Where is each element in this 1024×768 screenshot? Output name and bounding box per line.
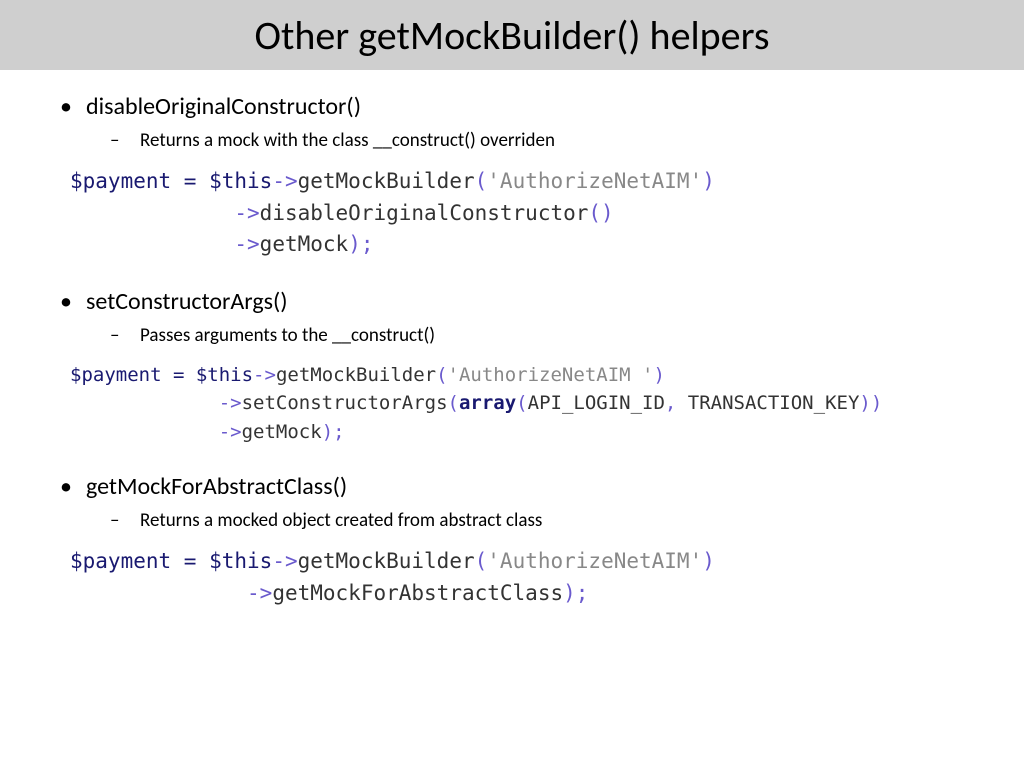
- code-string: 'AuthorizeNetAIM ': [448, 364, 654, 386]
- dash-icon: –: [110, 509, 140, 532]
- code-rparens: )): [859, 392, 882, 414]
- code-eq: =: [162, 364, 196, 386]
- bullet-text: getMockForAbstractClass(): [86, 472, 347, 501]
- bullet-item: • setConstructorArgs(): [60, 287, 984, 316]
- sub-bullet-item: – Returns a mocked object created from a…: [110, 509, 984, 532]
- code-arrow: ->: [272, 169, 297, 193]
- code-arrow: ->: [253, 364, 276, 386]
- sub-bullet-item: – Passes arguments to the __construct(): [110, 324, 984, 347]
- code-string: 'AuthorizeNetAIM': [487, 549, 702, 573]
- slide-title: Other getMockBuilder() helpers: [255, 11, 770, 60]
- bullet-text: setConstructorArgs(): [86, 287, 288, 316]
- code-indent: [70, 201, 234, 225]
- code-keyword: array: [459, 392, 516, 414]
- code-indent: [70, 392, 219, 414]
- code-lparen: (: [475, 549, 488, 573]
- code-rparen: ): [702, 549, 715, 573]
- code-lparen: (: [448, 392, 459, 414]
- slide-content: • disableOriginalConstructor() – Returns…: [0, 70, 1024, 609]
- code-arrow: ->: [247, 581, 272, 605]
- code-string: 'AuthorizeNetAIM': [487, 169, 702, 193]
- code-const: TRANSACTION_KEY: [688, 392, 860, 414]
- code-parens-semi: );: [348, 232, 373, 256]
- code-arrow: ->: [234, 232, 259, 256]
- code-method: getMockBuilder: [298, 549, 475, 573]
- code-eq: =: [171, 549, 209, 573]
- bullet-item: • getMockForAbstractClass(): [60, 472, 984, 501]
- code-block-3: $payment = $this->getMockBuilder('Author…: [70, 546, 984, 609]
- code-arrow: ->: [272, 549, 297, 573]
- code-const: API_LOGIN_ID: [528, 392, 665, 414]
- dash-icon: –: [110, 129, 140, 152]
- code-method: getMockBuilder: [276, 364, 436, 386]
- code-lparen: (: [436, 364, 447, 386]
- code-arrow: ->: [219, 392, 242, 414]
- code-indent: [70, 232, 234, 256]
- sub-bullet-text: Returns a mock with the class __construc…: [140, 129, 555, 152]
- bullet-dot-icon: •: [60, 287, 86, 316]
- code-eq: =: [171, 169, 209, 193]
- code-var: $payment: [70, 169, 171, 193]
- code-block-2: $payment = $this->getMockBuilder('Author…: [70, 361, 984, 447]
- code-this: $this: [209, 169, 272, 193]
- code-method: setConstructorArgs: [242, 392, 448, 414]
- code-parens-semi: );: [322, 421, 345, 443]
- code-this: $this: [196, 364, 253, 386]
- bullet-item: • disableOriginalConstructor(): [60, 92, 984, 121]
- sub-bullet-item: – Returns a mock with the class __constr…: [110, 129, 984, 152]
- code-arrow: ->: [234, 201, 259, 225]
- code-block-1: $payment = $this->getMockBuilder('Author…: [70, 166, 984, 261]
- code-lparen: (: [516, 392, 527, 414]
- bullet-text: disableOriginalConstructor(): [86, 92, 361, 121]
- code-indent: [70, 581, 247, 605]
- code-this: $this: [209, 549, 272, 573]
- code-rparen: ): [653, 364, 664, 386]
- code-method: getMockBuilder: [298, 169, 475, 193]
- code-indent: [70, 421, 219, 443]
- code-lparen: (: [475, 169, 488, 193]
- code-method: getMock: [242, 421, 322, 443]
- code-method: getMock: [260, 232, 349, 256]
- code-arrow: ->: [219, 421, 242, 443]
- code-method: getMockForAbstractClass: [272, 581, 563, 605]
- sub-bullet-text: Passes arguments to the __construct(): [140, 324, 435, 347]
- code-var: $payment: [70, 549, 171, 573]
- code-parens-semi: );: [563, 581, 588, 605]
- dash-icon: –: [110, 324, 140, 347]
- code-rparen: ): [702, 169, 715, 193]
- code-method: disableOriginalConstructor: [260, 201, 589, 225]
- title-bar: Other getMockBuilder() helpers: [0, 0, 1024, 70]
- sub-bullet-text: Returns a mocked object created from abs…: [140, 509, 542, 532]
- code-parens: (): [588, 201, 613, 225]
- code-var: $payment: [70, 364, 162, 386]
- code-comma: ,: [665, 392, 688, 414]
- bullet-dot-icon: •: [60, 92, 86, 121]
- bullet-dot-icon: •: [60, 472, 86, 501]
